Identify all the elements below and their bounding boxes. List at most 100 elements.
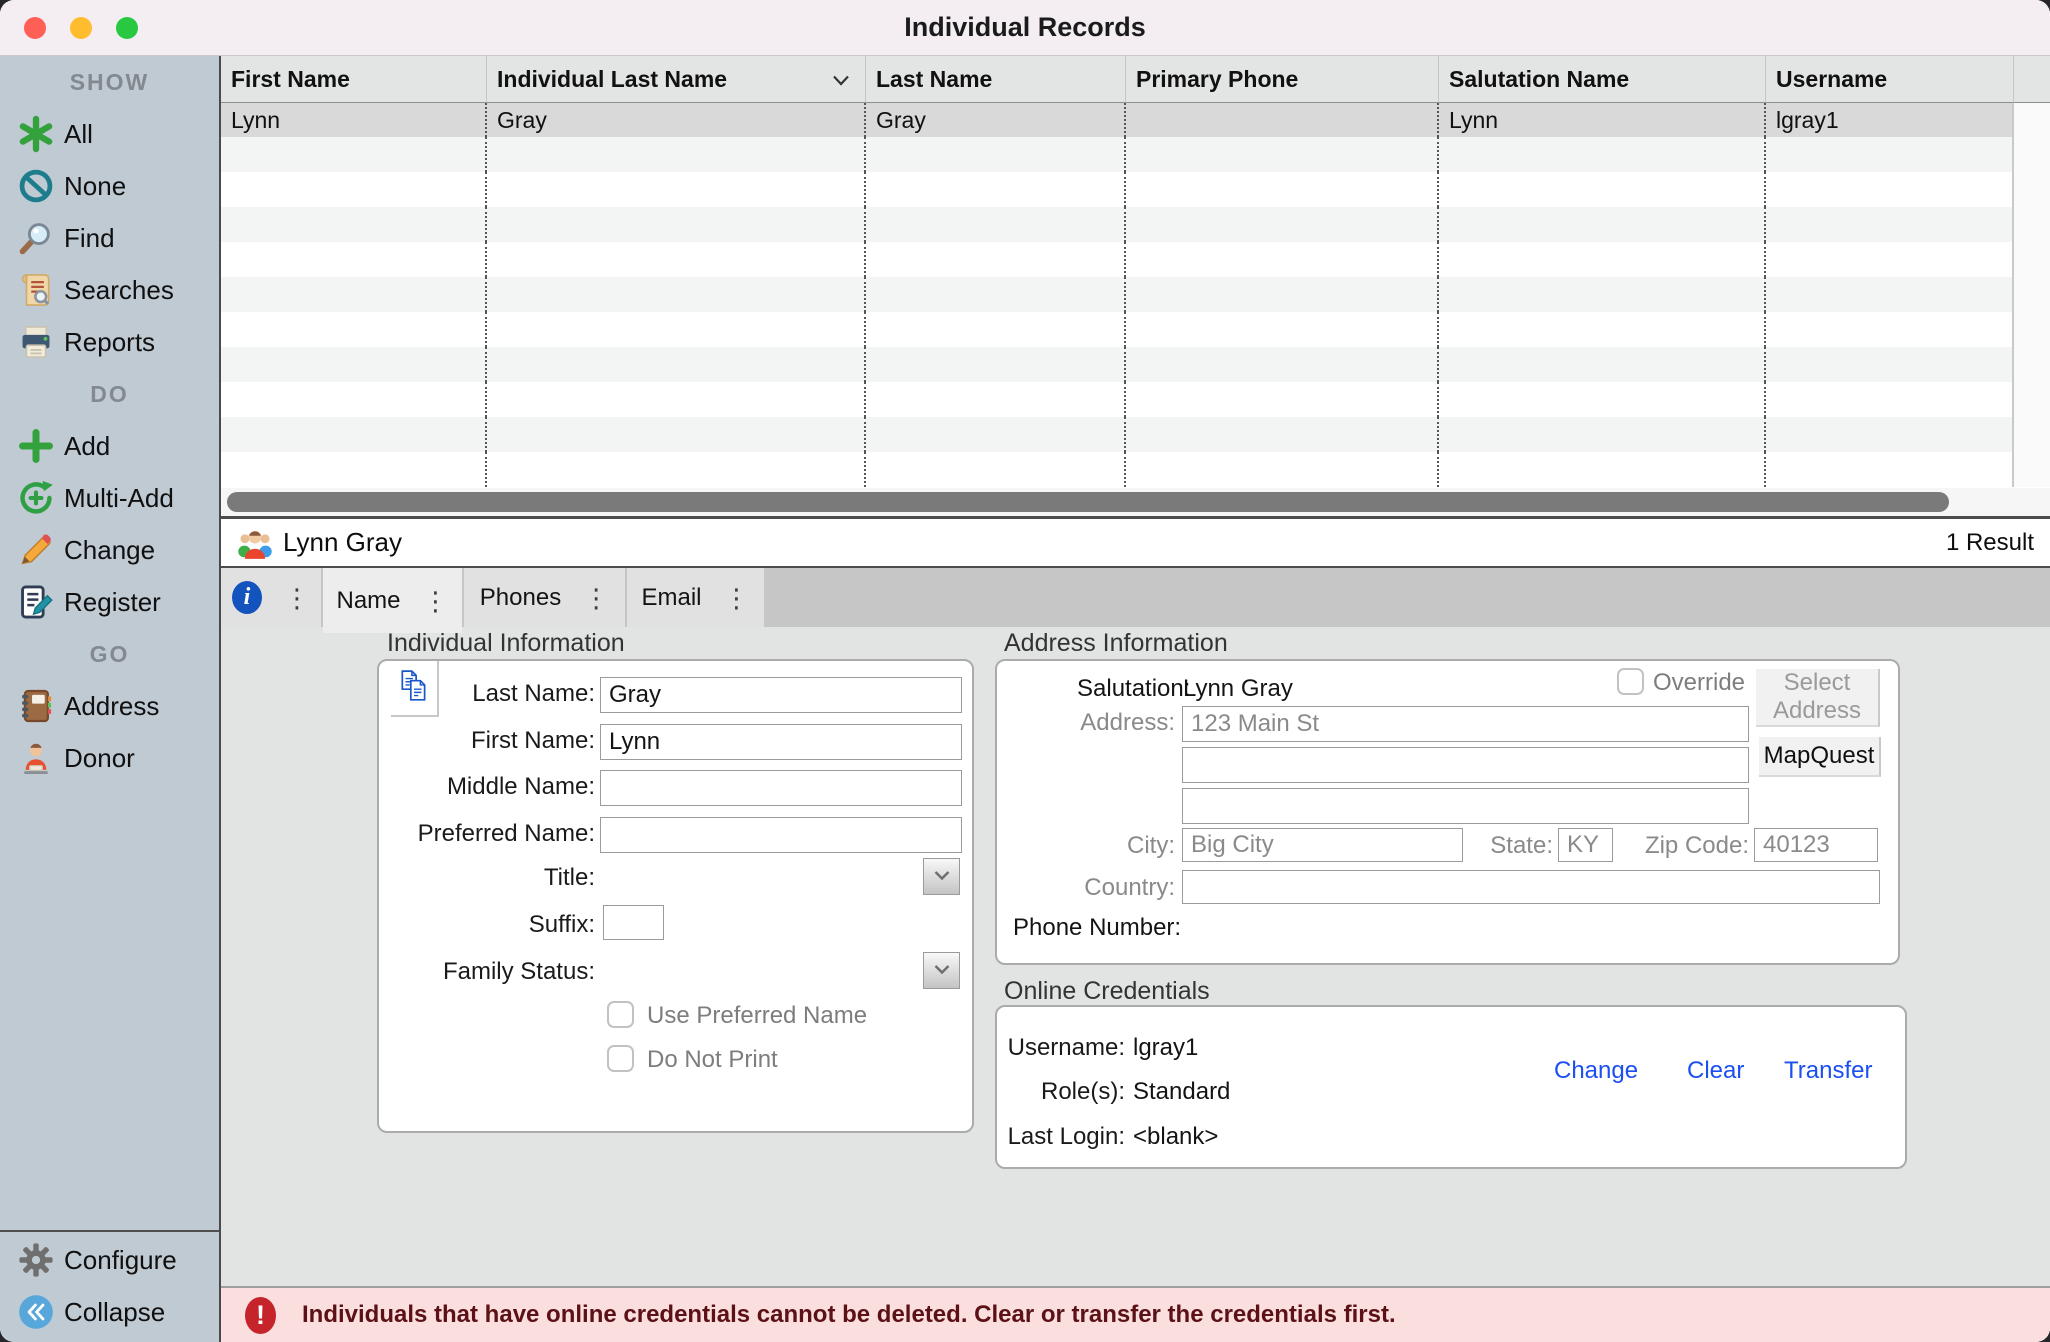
cell-username[interactable]: lgray1	[1766, 103, 2014, 137]
column-header-individual-last-name[interactable]: Individual Last Name	[487, 56, 866, 103]
table-row-empty	[221, 137, 2050, 172]
cell-primary-phone[interactable]	[1126, 103, 1439, 137]
address-line2-input[interactable]	[1182, 747, 1749, 783]
table-row-empty	[221, 312, 2050, 347]
no-entry-icon	[14, 167, 58, 205]
cell-last-name[interactable]: Gray	[866, 103, 1126, 137]
register-icon	[14, 583, 58, 621]
cell-first-name[interactable]: Lynn	[221, 103, 487, 137]
sidebar-item-label: None	[64, 171, 126, 202]
sidebar-item-change[interactable]: Change	[0, 524, 219, 576]
sidebar-item-reports[interactable]: Reports	[0, 316, 219, 368]
tab-menu-icon[interactable]: ⋮	[583, 585, 609, 611]
table-row-empty	[221, 347, 2050, 382]
table-row-empty	[221, 382, 2050, 417]
column-header-salutation-name[interactable]: Salutation Name	[1439, 56, 1766, 103]
city-input[interactable]	[1182, 828, 1463, 862]
printer-icon	[14, 323, 58, 361]
address-line1-input[interactable]	[1182, 706, 1749, 742]
mapquest-button[interactable]: MapQuest	[1759, 737, 1881, 777]
column-header-last-name[interactable]: Last Name	[866, 56, 1126, 103]
table-row-selected[interactable]: Lynn Gray Gray Lynn lgray1	[221, 103, 2050, 137]
username-label: Username:	[997, 1034, 1125, 1062]
plus-icon	[14, 427, 58, 465]
title-dropdown-button[interactable]	[923, 858, 960, 895]
family-status-dropdown-button[interactable]	[923, 952, 960, 989]
sidebar-item-none[interactable]: None	[0, 160, 219, 212]
horizontal-scrollbar-thumb[interactable]	[227, 492, 1949, 512]
tab-menu-icon[interactable]: ⋮	[423, 588, 449, 614]
use-preferred-name-checkbox[interactable]	[607, 1001, 634, 1028]
country-input[interactable]	[1182, 870, 1880, 904]
individual-information-title: Individual Information	[387, 629, 625, 658]
magnifier-icon	[14, 219, 58, 257]
do-not-print-checkbox[interactable]	[607, 1045, 634, 1072]
tab-info[interactable]: i ⋮	[221, 568, 321, 627]
clear-credentials-link[interactable]: Clear	[1687, 1057, 1744, 1085]
change-credentials-link[interactable]: Change	[1554, 1057, 1638, 1085]
tab-email[interactable]: Email ⋮	[627, 568, 764, 627]
salutation-label: Salutation:	[1077, 675, 1190, 703]
preferred-name-label: Preferred Name:	[379, 820, 595, 848]
suffix-input[interactable]	[603, 905, 664, 940]
preferred-name-input[interactable]	[600, 817, 962, 853]
sidebar-item-collapse[interactable]: Collapse	[0, 1286, 219, 1338]
last-name-input[interactable]	[600, 677, 962, 713]
sidebar-item-all[interactable]: All	[0, 108, 219, 160]
sidebar-item-add[interactable]: Add	[0, 420, 219, 472]
column-header-first-name[interactable]: First Name	[221, 56, 487, 103]
tab-label: Name	[336, 587, 400, 615]
sidebar-item-donor[interactable]: Donor	[0, 732, 219, 784]
zip-code-input[interactable]	[1754, 828, 1878, 862]
tab-name[interactable]: Name ⋮	[323, 568, 462, 633]
sidebar-item-register[interactable]: Register	[0, 576, 219, 628]
sidebar-item-label: Add	[64, 431, 110, 462]
sidebar-item-multi-add[interactable]: Multi-Add	[0, 472, 219, 524]
window-title: Individual Records	[0, 0, 2050, 55]
table-header-row: First Name Individual Last Name Last Nam…	[221, 56, 2050, 103]
title-label: Title:	[379, 864, 595, 892]
address-label: Address:	[997, 709, 1175, 737]
detail-content: Individual Information Last Name: First …	[221, 627, 2050, 1286]
chevron-down-icon	[933, 962, 951, 980]
column-header-primary-phone[interactable]: Primary Phone	[1126, 56, 1439, 103]
first-name-input[interactable]	[600, 724, 962, 760]
middle-name-input[interactable]	[600, 770, 962, 806]
override-checkbox[interactable]	[1617, 668, 1644, 695]
donor-icon	[14, 739, 58, 777]
state-label: State:	[1457, 832, 1553, 860]
last-login-value: <blank>	[1133, 1123, 1218, 1151]
vertical-scrollbar-track[interactable]	[2014, 103, 2050, 137]
sidebar-item-address[interactable]: Address	[0, 680, 219, 732]
horizontal-scrollbar-track[interactable]	[221, 488, 2050, 519]
address-information-title: Address Information	[1004, 629, 1228, 658]
people-group-icon	[237, 527, 273, 559]
sidebar-item-label: Find	[64, 223, 115, 254]
country-label: Country:	[997, 874, 1175, 902]
table-header-gutter	[2014, 56, 2050, 103]
pencil-icon	[14, 531, 58, 569]
tab-menu-icon[interactable]: ⋮	[724, 585, 750, 611]
address-line3-input[interactable]	[1182, 788, 1749, 824]
multi-add-icon	[14, 479, 58, 517]
cell-individual-last-name[interactable]: Gray	[487, 103, 866, 137]
tab-menu-icon[interactable]: ⋮	[284, 585, 310, 611]
column-header-username[interactable]: Username	[1766, 56, 2014, 103]
sidebar-item-configure[interactable]: Configure	[0, 1234, 219, 1286]
alert-message: Individuals that have online credentials…	[302, 1301, 1396, 1329]
tab-phones[interactable]: Phones ⋮	[464, 568, 625, 627]
sidebar: SHOW All None Find Searches	[0, 56, 221, 1342]
sidebar-item-label: Reports	[64, 327, 155, 358]
transfer-credentials-link[interactable]: Transfer	[1784, 1057, 1872, 1085]
sidebar-item-find[interactable]: Find	[0, 212, 219, 264]
sidebar-item-label: Register	[64, 587, 161, 618]
select-address-button[interactable]: Select Address	[1756, 669, 1880, 727]
middle-name-label: Middle Name:	[379, 773, 595, 801]
sidebar-item-label: Collapse	[64, 1297, 165, 1328]
sidebar-item-label: Searches	[64, 275, 174, 306]
error-icon: !	[245, 1297, 276, 1334]
cell-salutation-name[interactable]: Lynn	[1439, 103, 1766, 137]
sidebar-item-searches[interactable]: Searches	[0, 264, 219, 316]
address-information-panel: Salutation: Lynn Gray Override Select Ad…	[995, 659, 1900, 965]
table-row-empty	[221, 172, 2050, 207]
